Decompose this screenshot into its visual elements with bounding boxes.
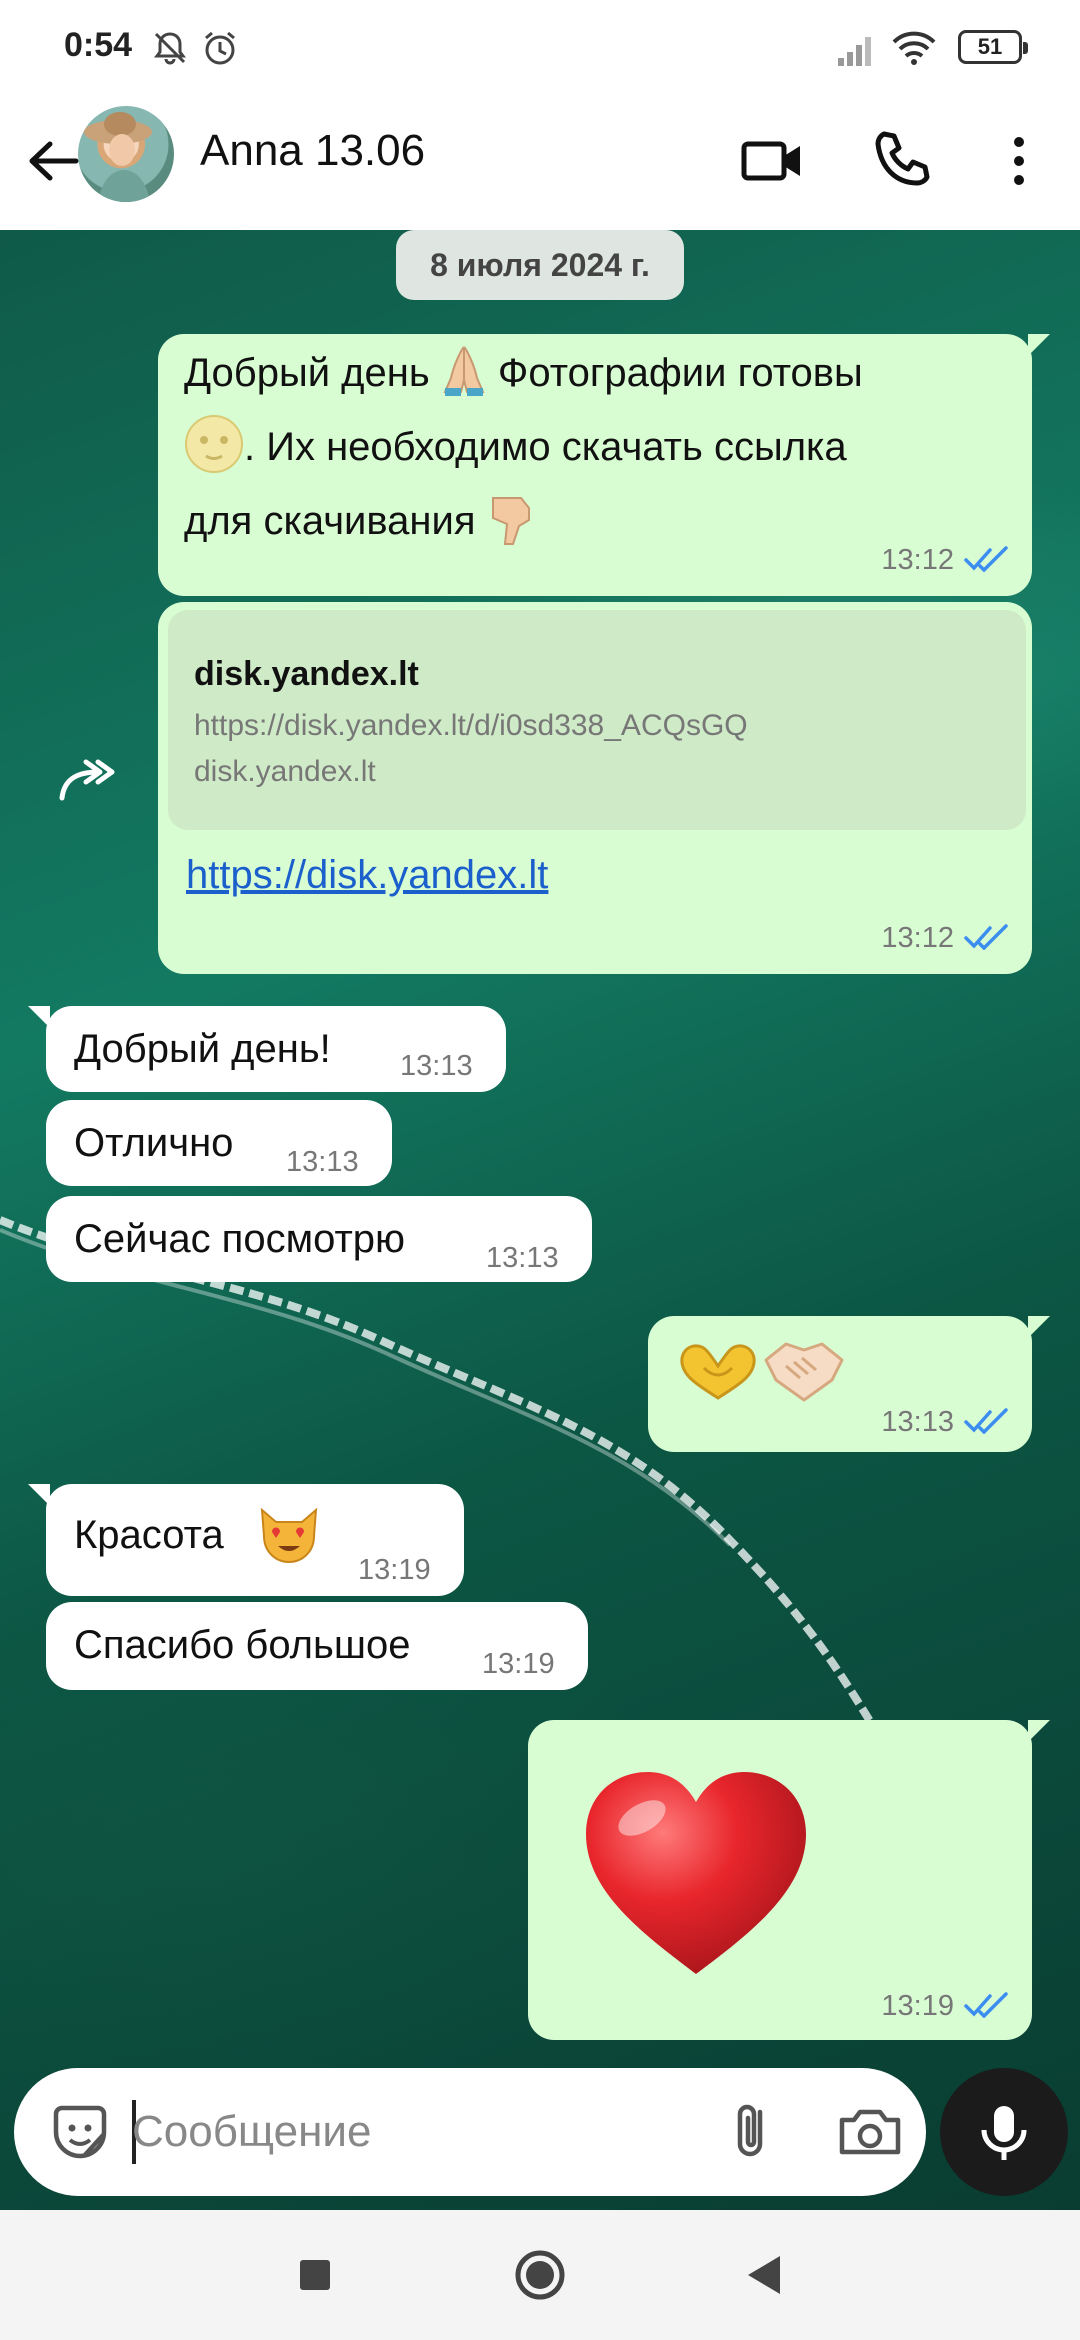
message-time: 13:12 bbox=[881, 544, 954, 576]
recent-apps-button[interactable] bbox=[280, 2240, 350, 2310]
bubble-tail bbox=[1028, 334, 1050, 356]
heart-eyes-cat-emoji bbox=[260, 1507, 318, 1564]
link-preview-url: https://disk.yandex.lt/d/i0sd338_ACQsGQ bbox=[194, 709, 748, 742]
bubble-tail bbox=[28, 1006, 50, 1028]
message-bubble-incoming[interactable]: Добрый день! 13:13 bbox=[28, 1006, 506, 1092]
status-bar: 0:54 51 bbox=[0, 0, 1080, 96]
system-navigation-bar bbox=[0, 2210, 1080, 2340]
message-text: Красота bbox=[74, 1513, 224, 1557]
microphone-icon bbox=[981, 2106, 1027, 2160]
message-bubble-incoming[interactable]: Спасибо большое 13:19 bbox=[46, 1602, 588, 1690]
message-bubble-outgoing[interactable]: 13:13 bbox=[648, 1316, 1050, 1452]
contact-avatar[interactable] bbox=[78, 106, 174, 202]
chat-header: Anna 13.06 bbox=[0, 96, 1080, 230]
message-text: Отлично bbox=[74, 1121, 234, 1165]
moon-face-emoji bbox=[185, 415, 243, 473]
message-time: 13:19 bbox=[881, 1990, 954, 2022]
folded-hands-emoji bbox=[443, 346, 485, 396]
link-preview-title: disk.yandex.lt bbox=[194, 655, 419, 693]
red-heart-emoji bbox=[586, 1772, 806, 1974]
message-text: для скачивания bbox=[184, 499, 476, 543]
message-link[interactable]: https://disk.yandex.lt bbox=[186, 850, 548, 900]
link-preview-domain: disk.yandex.lt bbox=[194, 755, 376, 788]
voice-call-icon[interactable] bbox=[866, 124, 940, 198]
back-button[interactable] bbox=[730, 2240, 800, 2310]
bubble-tail bbox=[1028, 1720, 1050, 1742]
link-preview-card[interactable]: disk.yandex.lt https://disk.yandex.lt/d/… bbox=[168, 610, 1026, 830]
attach-icon[interactable] bbox=[714, 2094, 790, 2170]
alarm-icon bbox=[205, 31, 235, 65]
message-bubble-outgoing[interactable]: 13:19 bbox=[528, 1720, 1050, 2040]
forward-icon[interactable] bbox=[56, 754, 126, 804]
battery-indicator: 51 bbox=[958, 30, 1028, 64]
video-call-icon[interactable] bbox=[736, 124, 810, 198]
message-bubble-incoming[interactable]: Красота 13:19 bbox=[28, 1484, 464, 1596]
message-line-3: для скачивания bbox=[184, 484, 535, 558]
date-separator: 8 июля 2024 г. bbox=[396, 230, 684, 300]
message-text: . Их необходимо скачать ссылка bbox=[244, 425, 847, 469]
read-receipt-icon bbox=[964, 924, 1008, 950]
message-time: 13:13 bbox=[400, 1050, 473, 1082]
notifications-muted-icon bbox=[154, 32, 186, 65]
home-button[interactable] bbox=[505, 2240, 575, 2310]
pointing-down-emoji bbox=[491, 497, 530, 545]
status-time: 0:54 bbox=[64, 26, 133, 64]
avatar-photo bbox=[84, 112, 152, 202]
read-receipt-icon bbox=[964, 546, 1008, 572]
microphone-button[interactable] bbox=[940, 2068, 1068, 2196]
message-time: 13:13 bbox=[881, 1406, 954, 1438]
bubble-tail bbox=[28, 1484, 50, 1506]
back-arrow-icon[interactable] bbox=[18, 126, 88, 196]
handshake-emoji bbox=[764, 1342, 844, 1402]
message-text: Добрый день bbox=[184, 351, 430, 395]
read-receipt-icon bbox=[964, 1992, 1008, 2018]
message-text: Фотографии готовы bbox=[497, 351, 863, 395]
wifi-icon bbox=[892, 31, 936, 65]
message-bubble-incoming[interactable]: Отлично 13:13 bbox=[46, 1100, 392, 1186]
heart-hands-emoji bbox=[680, 1344, 756, 1400]
message-bubble-incoming[interactable]: Сейчас посмотрю 13:13 bbox=[46, 1196, 592, 1282]
sticker-icon[interactable] bbox=[42, 2094, 118, 2170]
message-line-1: Добрый день Фотографии готовы bbox=[184, 336, 863, 410]
message-time: 13:19 bbox=[482, 1648, 555, 1680]
camera-icon[interactable] bbox=[832, 2094, 908, 2170]
message-time: 13:13 bbox=[286, 1146, 359, 1178]
message-text: Добрый день! bbox=[74, 1027, 331, 1071]
signal-icon bbox=[838, 37, 871, 66]
message-bubble-outgoing[interactable]: Добрый день Фотографии готовы . Их необх… bbox=[158, 334, 1050, 596]
message-bubble-link[interactable]: disk.yandex.lt https://disk.yandex.lt/d/… bbox=[158, 602, 1032, 974]
message-input[interactable] bbox=[132, 2096, 692, 2168]
more-options-icon[interactable] bbox=[982, 124, 1056, 198]
message-text: Сейчас посмотрю bbox=[74, 1217, 406, 1261]
message-text: Спасибо большое bbox=[74, 1623, 411, 1667]
message-time: 13:13 bbox=[486, 1242, 559, 1274]
message-composer bbox=[14, 2068, 926, 2196]
bubble-tail bbox=[1028, 1316, 1050, 1338]
message-time: 13:19 bbox=[358, 1554, 431, 1586]
chat-area[interactable]: 8 июля 2024 г. Добрый день Фотографии го… bbox=[0, 230, 1080, 2210]
message-line-2: . Их необходимо скачать ссылка bbox=[184, 410, 847, 484]
read-receipt-icon bbox=[964, 1408, 1008, 1434]
contact-name[interactable]: Anna 13.06 bbox=[200, 126, 425, 176]
message-time: 13:12 bbox=[881, 922, 954, 954]
